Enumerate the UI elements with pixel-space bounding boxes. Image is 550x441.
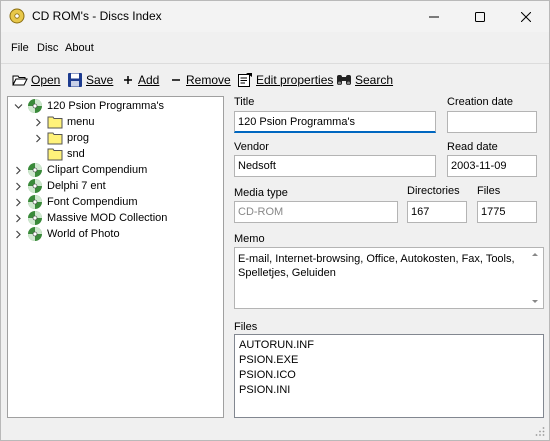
close-icon: [521, 11, 531, 22]
resize-grip-icon[interactable]: [535, 426, 545, 436]
binoculars-icon: [337, 75, 351, 85]
vendor-field[interactable]: Nedsoft: [234, 155, 436, 177]
folder-icon: [47, 148, 63, 161]
save-label: Save: [86, 73, 114, 87]
tree-node-label: World of Photo: [47, 228, 120, 240]
tree-node[interactable]: Clipart Compendium: [14, 162, 147, 178]
files-list-label: Files: [234, 321, 258, 333]
tree-child-node[interactable]: prog: [34, 130, 89, 146]
creation-date-label: Creation date: [447, 96, 514, 108]
media-type-field[interactable]: CD-ROM: [234, 201, 398, 223]
maximize-button[interactable]: [457, 1, 503, 32]
close-button[interactable]: [503, 1, 549, 32]
list-item[interactable]: AUTORUN.INF: [239, 338, 539, 353]
menu-separator: [1, 63, 549, 64]
remove-label: Remove: [186, 73, 231, 87]
cd-disc-icon: [28, 211, 42, 225]
title-label: Title: [234, 96, 255, 108]
creation-date-field[interactable]: [447, 111, 537, 133]
directories-label: Directories: [407, 185, 460, 197]
cd-disc-icon: [28, 99, 42, 113]
tree-child-label: menu: [67, 116, 95, 128]
cd-app-icon: [9, 8, 25, 24]
list-item[interactable]: PSION.INI: [239, 383, 539, 398]
add-button[interactable]: Add: [123, 69, 159, 91]
cd-disc-icon: [28, 179, 42, 193]
memo-field[interactable]: E-mail, Internet-browsing, Office, Autok…: [234, 247, 544, 309]
tree-node-label: Clipart Compendium: [47, 164, 148, 176]
chevron-right-icon[interactable]: [14, 214, 23, 223]
properties-icon: [238, 73, 252, 87]
cd-disc-icon: [28, 163, 42, 177]
tree-child-label: prog: [67, 132, 90, 144]
chevron-right-icon[interactable]: [34, 134, 43, 143]
files-count-field[interactable]: 1775: [477, 201, 537, 223]
open-folder-icon: [12, 75, 28, 86]
tree-node-label: Font Compendium: [47, 196, 138, 208]
chevron-right-icon[interactable]: [14, 166, 23, 175]
folder-icon: [47, 132, 63, 145]
tree-child-node[interactable]: snd: [47, 146, 85, 162]
tree-node-label: Massive MOD Collection: [47, 212, 168, 224]
directories-field[interactable]: 167: [407, 201, 467, 223]
list-item[interactable]: PSION.EXE: [239, 353, 539, 368]
open-label: Open: [31, 73, 61, 87]
edit-properties-button[interactable]: Edit properties: [237, 69, 333, 91]
search-label: Search: [355, 73, 394, 87]
menu-file[interactable]: File: [11, 42, 29, 54]
plus-icon: [124, 76, 132, 84]
floppy-disk-icon: [68, 73, 82, 87]
chevron-right-icon[interactable]: [14, 198, 23, 207]
cd-disc-icon: [28, 195, 42, 209]
chevron-right-icon[interactable]: [14, 230, 23, 239]
tree-child-node[interactable]: menu: [34, 114, 95, 130]
files-count-label: Files: [477, 185, 501, 197]
tree-node-label: 120 Psion Programma's: [47, 100, 165, 112]
memo-label: Memo: [234, 233, 265, 245]
tree-node[interactable]: Massive MOD Collection: [14, 210, 167, 226]
minus-icon: [172, 79, 180, 81]
minimize-button[interactable]: [411, 1, 457, 32]
memo-scrollbar[interactable]: [528, 249, 542, 307]
open-button[interactable]: Open: [12, 69, 60, 91]
save-button[interactable]: Save: [67, 69, 113, 91]
title-bar[interactable]: CD ROM's - Discs Index: [1, 1, 549, 32]
cd-disc-icon: [28, 227, 42, 241]
toolbar: Open Save Add Remove Edit properties Sea…: [1, 69, 549, 91]
tree-node-label: Delphi 7 ent: [47, 180, 106, 192]
memo-text: E-mail, Internet-browsing, Office, Autok…: [238, 253, 515, 279]
menu-about[interactable]: About: [65, 42, 94, 54]
files-list[interactable]: AUTORUN.INF PSION.EXE PSION.ICO PSION.IN…: [234, 334, 544, 418]
main-window: CD ROM's - Discs Index File Disc About O…: [0, 0, 550, 441]
search-button[interactable]: Search: [336, 69, 393, 91]
vendor-label: Vendor: [234, 141, 269, 153]
tree-node-selected[interactable]: 120 Psion Programma's: [14, 98, 165, 114]
add-label: Add: [138, 73, 160, 87]
window-title: CD ROM's - Discs Index: [32, 9, 162, 23]
read-date-label: Read date: [447, 141, 498, 153]
folder-icon: [47, 116, 63, 129]
media-type-label: Media type: [234, 187, 288, 199]
read-date-field[interactable]: 2003-11-09: [447, 155, 537, 177]
tree-node[interactable]: Font Compendium: [14, 194, 138, 210]
menu-bar: File Disc About: [1, 39, 549, 59]
title-field[interactable]: 120 Psion Programma's: [234, 111, 436, 133]
list-item[interactable]: PSION.ICO: [239, 368, 539, 383]
menu-disc[interactable]: Disc: [37, 42, 58, 54]
chevron-right-icon[interactable]: [14, 182, 23, 191]
tree-node[interactable]: Delphi 7 ent: [14, 178, 106, 194]
maximize-icon: [475, 11, 485, 22]
remove-button[interactable]: Remove: [171, 69, 231, 91]
disc-tree[interactable]: 120 Psion Programma's menu prog snd Clip…: [7, 96, 224, 418]
chevron-down-icon[interactable]: [14, 102, 23, 111]
edit-properties-label: Edit properties: [256, 73, 334, 87]
minimize-icon: [429, 16, 439, 17]
tree-child-label: snd: [67, 148, 85, 160]
chevron-right-icon[interactable]: [34, 118, 43, 127]
tree-node[interactable]: World of Photo: [14, 226, 120, 242]
